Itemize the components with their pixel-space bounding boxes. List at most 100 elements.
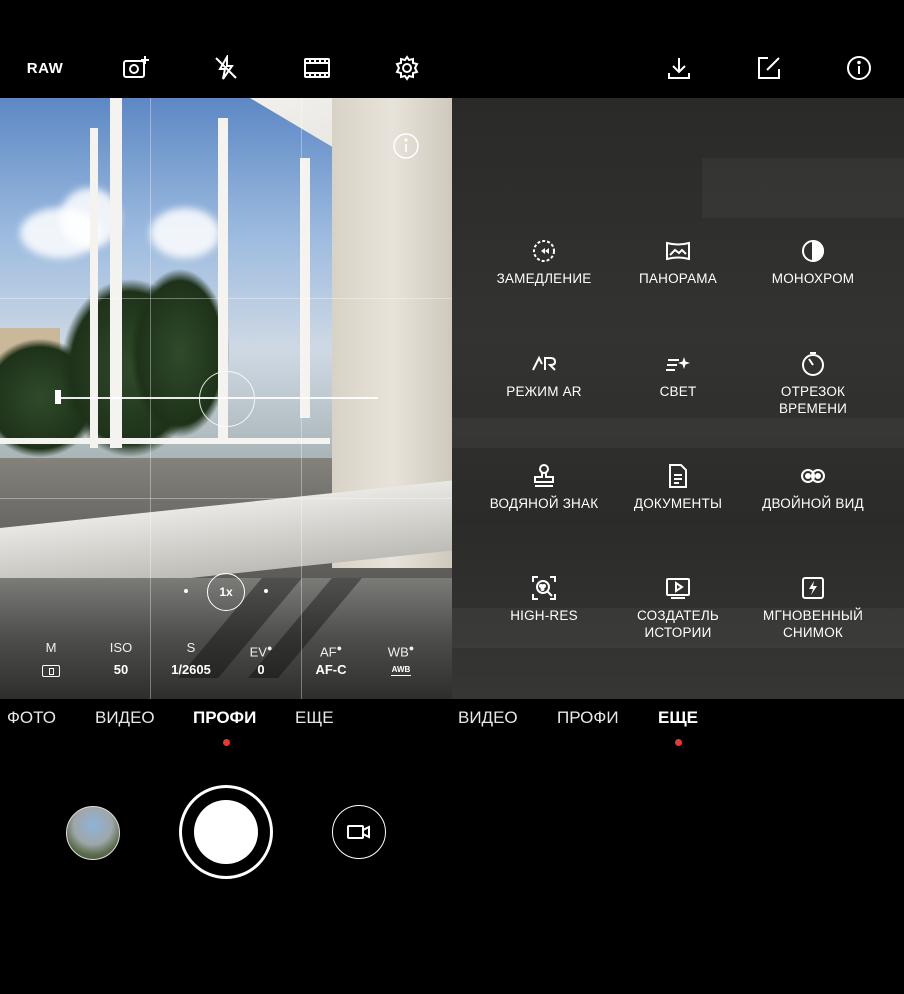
light-painting-icon: [666, 357, 690, 371]
param-shutter[interactable]: S 1/2605: [156, 638, 226, 682]
mode-dual-view[interactable]: ДВОЙНОЙ ВИД: [738, 463, 888, 512]
mode-watermark[interactable]: ВОДЯНОЙ ЗНАК: [469, 463, 619, 512]
param-ev[interactable]: EV● 0: [226, 638, 296, 682]
film-aspect-icon[interactable]: [297, 48, 337, 88]
info-icon[interactable]: [839, 48, 879, 88]
param-value: 0: [257, 662, 265, 677]
time-lapse-icon: [802, 352, 824, 376]
left-mode-tabs: ФОТО ВИДЕО ПРОФИ ЕЩЕ: [0, 708, 452, 746]
pro-parameters-bar: M ISO 50 S 1/2605 EV● 0 AF● AF-C WB● AWB: [0, 638, 452, 688]
mode-slow-motion[interactable]: ЗАМЕДЛЕНИЕ: [469, 238, 619, 287]
mode-label: РЕЖИМ AR: [506, 384, 582, 399]
mode-light[interactable]: СВЕТ: [603, 351, 753, 400]
more-modes-panel: ЗАМЕДЛЕНИЕ ПАНОРАМА МОНОХРОМ РЕЖИМ AR СВ…: [452, 98, 904, 699]
grid-line: [150, 98, 151, 699]
zoom-option-dot[interactable]: [184, 589, 188, 593]
background-shape: [702, 158, 904, 218]
mode-label: ПАНОРАМА: [639, 271, 717, 286]
download-icon[interactable]: [659, 48, 699, 88]
mode-high-res[interactable]: HIGH-RES: [469, 575, 619, 624]
mode-label: МОНОХРОМ: [771, 271, 855, 286]
mode-label: МГНОВЕННЫЙ СНИМОК: [763, 608, 863, 640]
shutter-button-inner: [194, 800, 258, 864]
tab-video[interactable]: ВИДЕО: [458, 708, 518, 728]
mode-panorama[interactable]: ПАНОРАМА: [603, 238, 753, 287]
mode-label: ВОДЯНОЙ ЗНАК: [489, 496, 599, 511]
tab-pro[interactable]: ПРОФИ: [193, 708, 256, 728]
active-tab-indicator: [675, 739, 682, 746]
document-icon: [669, 464, 687, 488]
param-label: ISO: [109, 640, 133, 655]
active-tab-indicator: [223, 739, 230, 746]
param-iso[interactable]: ISO 50: [86, 638, 156, 682]
tab-pro[interactable]: ПРОФИ: [557, 708, 619, 728]
slow-motion-icon: [533, 240, 555, 262]
mode-documents[interactable]: ДОКУМЕНТЫ: [603, 463, 753, 512]
camera-viewfinder[interactable]: 1x M ISO 50 S 1/2605 EV● 0 AF● AF-C WB● …: [0, 98, 452, 699]
mode-label: HIGH-RES: [510, 608, 578, 623]
metering-icon: [42, 664, 60, 677]
story-creator-icon: [666, 578, 690, 599]
raw-label: RAW: [26, 59, 64, 77]
background-shape: [452, 418, 904, 448]
video-camera-icon: [347, 825, 370, 839]
stamp-icon: [534, 464, 554, 487]
focus-ring[interactable]: [199, 371, 255, 427]
mode-time-lapse[interactable]: ОТРЕЗОК ВРЕМЕНИ: [738, 351, 888, 417]
mode-label: СОЗДАТЕЛЬ ИСТОРИИ: [637, 608, 719, 640]
tab-more[interactable]: ЕЩЕ: [295, 708, 334, 728]
auto-dot-icon: ●: [336, 643, 343, 653]
mode-label: ЗАМЕДЛЕНИЕ: [496, 271, 592, 286]
grid-line: [0, 498, 452, 499]
edit-icon[interactable]: [749, 48, 789, 88]
tab-video[interactable]: ВИДЕО: [95, 708, 155, 728]
right-mode-tabs: ВИДЕО ПРОФИ ЕЩЕ: [452, 708, 904, 746]
window-frame: [0, 438, 330, 444]
zoom-label: 1x: [219, 585, 233, 599]
param-af[interactable]: AF● AF-C: [296, 638, 366, 682]
mode-ar[interactable]: РЕЖИМ AR: [469, 351, 619, 400]
cloud: [150, 208, 220, 258]
gear-icon[interactable]: [387, 48, 427, 88]
grid-line: [0, 298, 452, 299]
raw-toggle-button[interactable]: RAW: [25, 48, 65, 88]
param-value: 1/2605: [171, 662, 211, 677]
param-label: M: [45, 640, 57, 655]
param-value: AF-C: [315, 662, 347, 677]
add-photo-icon[interactable]: [116, 48, 156, 88]
snapshot-icon: [802, 577, 824, 599]
monochrome-icon: [802, 239, 824, 263]
panorama-icon: [666, 241, 690, 261]
flash-off-icon[interactable]: [206, 48, 246, 88]
grid-line: [301, 98, 302, 699]
auto-dot-icon: ●: [266, 643, 273, 653]
zoom-button[interactable]: 1x: [207, 573, 245, 611]
mode-snapshot[interactable]: МГНОВЕННЫЙ СНИМОК: [738, 575, 888, 641]
auto-dot-icon: ●: [408, 643, 415, 653]
mode-label: СВЕТ: [659, 384, 697, 399]
window-frame: [90, 128, 98, 448]
gallery-thumbnail[interactable]: [66, 806, 120, 860]
viewfinder-info-icon[interactable]: [392, 132, 420, 160]
tab-photo[interactable]: ФОТО: [7, 708, 56, 728]
awb-badge: AWB: [390, 665, 412, 677]
zoom-option-dot[interactable]: [264, 589, 268, 593]
param-metering[interactable]: M: [16, 638, 86, 682]
mode-label: ДВОЙНОЙ ВИД: [762, 496, 864, 511]
param-label: S: [186, 640, 196, 655]
shutter-button[interactable]: [179, 785, 273, 879]
mode-label: ДОКУМЕНТЫ: [633, 496, 723, 511]
mode-label: ОТРЕЗОК ВРЕМЕНИ: [778, 384, 848, 416]
window-frame: [110, 98, 122, 448]
param-value: 50: [113, 662, 129, 677]
tab-more[interactable]: ЕЩЕ: [658, 708, 698, 728]
right-top-toolbar: [452, 44, 904, 92]
dual-view-icon: [801, 469, 825, 483]
high-res-icon: [532, 576, 556, 600]
param-wb[interactable]: WB● AWB: [366, 638, 436, 682]
mode-story-creator[interactable]: СОЗДАТЕЛЬ ИСТОРИИ: [603, 575, 753, 641]
left-top-toolbar: RAW: [0, 44, 452, 92]
mode-monochrome[interactable]: МОНОХРОМ: [738, 238, 888, 287]
video-record-button[interactable]: [332, 805, 386, 859]
ar-icon: [532, 355, 557, 371]
